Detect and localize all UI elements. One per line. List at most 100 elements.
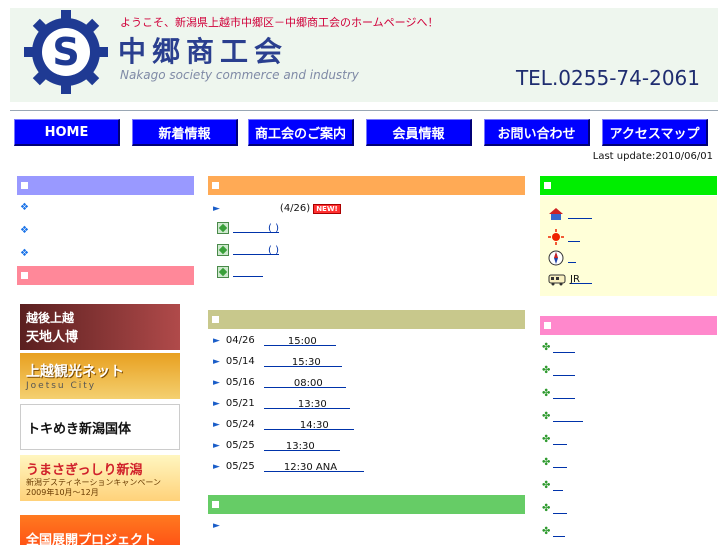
schedule-row[interactable]: ► 05/25 13:30 (213, 440, 340, 452)
info-office[interactable] (548, 207, 592, 221)
arrow-right-icon: ► (213, 377, 220, 388)
header-divider (10, 110, 718, 111)
right-link[interactable]: ✤ (542, 365, 576, 376)
right-link[interactable]: ✤ (542, 503, 568, 514)
left-link-3[interactable]: ❖ (20, 248, 29, 259)
schedule-time: 13:30 (263, 399, 350, 410)
train-icon (548, 274, 566, 286)
nav-contact[interactable]: お問い合わせ (484, 119, 590, 146)
image-icon (217, 244, 229, 256)
nav-members[interactable]: 会員情報 (366, 119, 472, 146)
square-icon (21, 272, 28, 279)
info-link-jr[interactable]: JR (570, 274, 592, 285)
right-link-text[interactable] (553, 412, 584, 422)
logo-letter: S (52, 30, 79, 74)
nav-home[interactable]: HOME (14, 119, 120, 146)
left-link-2[interactable]: ❖ (20, 225, 29, 236)
right-link-text[interactable] (553, 343, 576, 353)
right-link[interactable]: ✤ (542, 342, 576, 353)
info-weather[interactable] (548, 229, 580, 245)
banner-zenkoku-project[interactable]: 全国展開プロジェクト (20, 515, 180, 545)
news-link[interactable]: ( ) (233, 223, 279, 234)
right-link[interactable]: ✤ (542, 480, 564, 491)
schedule-row[interactable]: ► 05/25 12:30 ANA (213, 461, 364, 473)
clover-icon: ✤ (542, 388, 551, 399)
info-compass[interactable] (548, 250, 576, 266)
banner-joetsu-kanko[interactable]: 上越観光ネット Joetsu City (20, 353, 180, 399)
left-section-header-1 (17, 176, 194, 195)
right-link-text[interactable] (553, 481, 564, 491)
nav-access-map[interactable]: アクセスマップ (602, 119, 708, 146)
news-item-1[interactable]: ► (4/26) NEW! (213, 203, 341, 214)
misc-header (208, 495, 525, 514)
right-link[interactable]: ✤ (542, 434, 568, 445)
arrow-right-icon: ► (213, 356, 220, 367)
news-header (208, 176, 525, 195)
left-section-header-2 (17, 266, 194, 285)
schedule-row[interactable]: ► 05/21 13:30 (213, 398, 350, 410)
schedule-date: 05/14 (225, 356, 255, 367)
gear-logo-icon: S (24, 10, 108, 94)
banner-niigata-destination[interactable]: うまさぎっしり新潟 新潟デスティネーションキャンペーン 2009年10月～12月 (20, 455, 180, 501)
right-link-text[interactable] (553, 527, 566, 537)
arrow-right-icon: ► (213, 203, 220, 214)
right-link-text[interactable] (553, 366, 576, 376)
right-section-header-1 (540, 176, 717, 195)
banner-text: うまさぎっしり新潟 (26, 462, 143, 478)
house-icon (549, 208, 563, 220)
arrow-right-icon: ► (213, 521, 220, 531)
news-link[interactable]: ( ) (233, 245, 279, 256)
clover-icon: ✤ (542, 503, 551, 514)
right-link[interactable]: ✤ (542, 388, 576, 399)
site-header: S ようこそ、新潟県上越市中郷区－中郷商工会のホームページへ！ 中郷商工会 Na… (10, 8, 718, 102)
nav-about[interactable]: 商工会のご案内 (248, 119, 354, 146)
schedule-header (208, 310, 525, 329)
right-link-text[interactable] (553, 458, 568, 468)
schedule-row[interactable]: ► 04/26 15:00 (213, 335, 336, 347)
right-link[interactable]: ✤ (542, 526, 566, 537)
last-update: Last update:2010/06/01 (592, 151, 713, 162)
schedule-row[interactable]: ► 05/24 14:30 (213, 419, 354, 431)
schedule-date: 04/26 (225, 335, 255, 346)
schedule-date: 05/21 (225, 398, 255, 409)
clover-icon: ✤ (542, 434, 551, 445)
nav-news[interactable]: 新着情報 (132, 119, 238, 146)
news-item-3[interactable]: ( ) (217, 244, 279, 256)
schedule-date: 05/25 (225, 440, 255, 451)
info-link[interactable] (568, 253, 576, 263)
image-icon (217, 266, 229, 278)
news-item-2[interactable]: ( ) (217, 222, 279, 234)
square-icon (21, 182, 28, 189)
news-link[interactable] (233, 267, 263, 277)
right-link-text[interactable] (553, 504, 568, 514)
diamond-icon: ❖ (20, 225, 29, 236)
arrow-right-icon: ► (213, 440, 220, 451)
info-link[interactable] (568, 209, 592, 219)
image-icon (217, 222, 229, 234)
arrow-right-icon: ► (213, 461, 220, 472)
schedule-row[interactable]: ► 05/14 15:30 (213, 356, 342, 368)
square-icon (212, 316, 219, 323)
news-item-4[interactable] (217, 266, 263, 278)
info-link[interactable] (568, 232, 580, 242)
diamond-icon: ❖ (20, 248, 29, 259)
schedule-row[interactable]: ► 05/16 08:00 (213, 377, 346, 389)
info-train[interactable]: JR (548, 272, 592, 286)
banner-text: Joetsu City (26, 381, 97, 391)
right-link[interactable]: ✤ (542, 457, 568, 468)
right-link[interactable]: ✤ (542, 411, 584, 422)
clover-icon: ✤ (542, 480, 551, 491)
misc-item[interactable]: ► (213, 521, 220, 531)
site-subtitle: Nakago society commerce and industry (120, 68, 359, 82)
banner-tokimeki-kokutai[interactable]: トキめき新潟国体 (20, 404, 180, 450)
left-link-1[interactable]: ❖ (20, 202, 29, 213)
right-link-text[interactable] (553, 389, 576, 399)
clover-icon: ✤ (542, 342, 551, 353)
arrow-right-icon: ► (213, 419, 220, 430)
square-icon (544, 322, 551, 329)
banner-tenchijin[interactable]: 越後上越 天地人博 (20, 304, 180, 350)
schedule-time: 13:30 (263, 441, 340, 452)
schedule-time: 12:30 ANA (263, 462, 364, 473)
right-link-text[interactable] (553, 435, 568, 445)
schedule-time: 15:00 (263, 336, 336, 347)
